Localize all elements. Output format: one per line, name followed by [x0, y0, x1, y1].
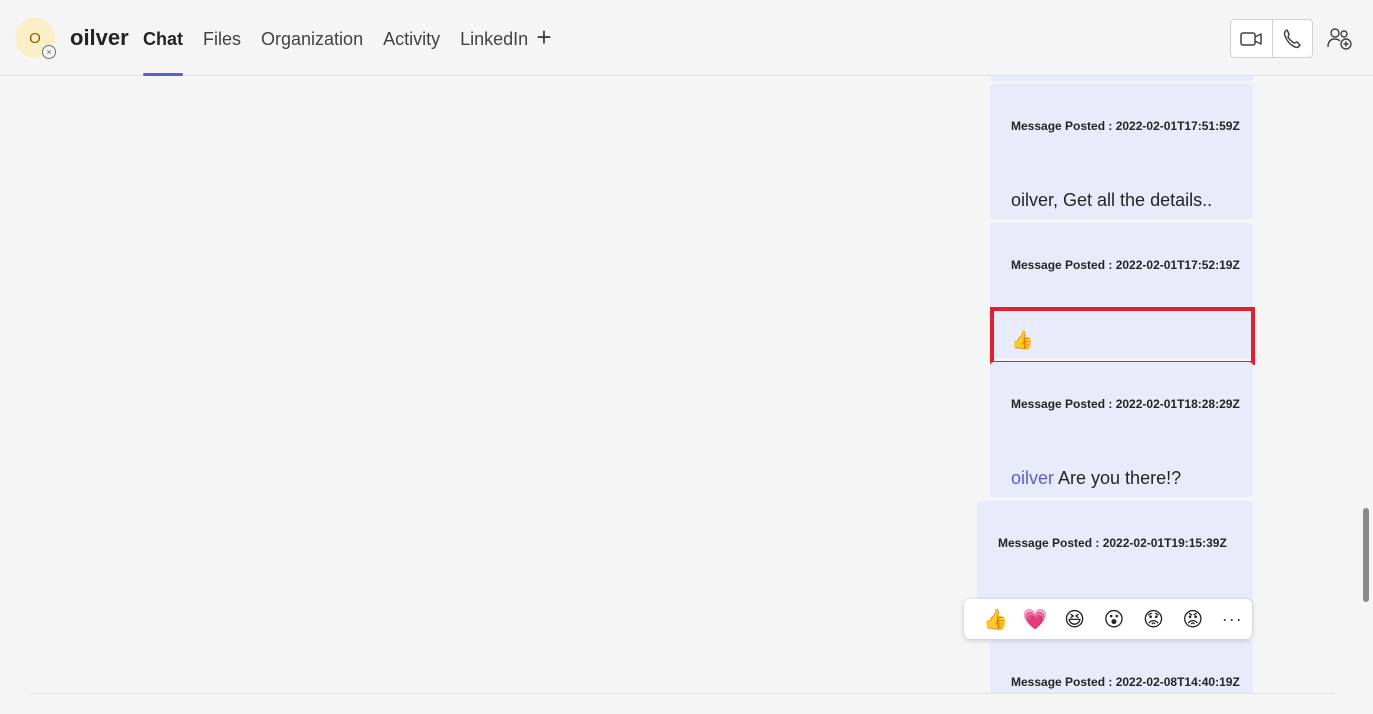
mention-link[interactable]: oilver: [1011, 468, 1054, 488]
presence-offline-icon: ×: [42, 45, 56, 59]
avatar-initial: O: [29, 29, 41, 47]
add-tab-button[interactable]: +: [533, 24, 555, 50]
contact-name: oilver: [70, 25, 129, 50]
message-bubble[interactable]: Message Posted : 2022-02-01T17:51:59Z oi…: [990, 84, 1253, 219]
scrollbar-thumb[interactable]: [1363, 508, 1369, 602]
tab-chat[interactable]: Chat: [143, 0, 183, 76]
call-button-group: [1230, 19, 1313, 58]
message-timestamp: Message Posted : 2022-02-01T17:52:19Z: [1011, 258, 1240, 272]
surprised-reaction-button[interactable]: 😮: [1094, 599, 1133, 639]
video-call-button[interactable]: [1231, 20, 1272, 57]
tab-linkedin[interactable]: LinkedIn: [460, 0, 528, 76]
audio-call-icon: [1284, 28, 1301, 48]
more-options-button[interactable]: ···: [1213, 599, 1252, 639]
add-people-button[interactable]: [1326, 26, 1354, 52]
add-people-icon: [1327, 28, 1352, 50]
message-bubble[interactable]: Message Posted : 2022-02-08T14:40:19Z: [990, 640, 1253, 694]
message-timestamp: Message Posted : 2022-02-01T18:28:29Z: [1011, 397, 1240, 411]
message-text: oilver, Get all the details..: [1011, 190, 1213, 210]
laugh-reaction-button[interactable]: 😆: [1055, 599, 1094, 639]
tab-activity[interactable]: Activity: [383, 0, 440, 76]
like-reaction-button[interactable]: 👍: [976, 599, 1015, 639]
message-timestamp: Message Posted : 2022-02-01T17:51:59Z: [1011, 119, 1240, 133]
tab-organization[interactable]: Organization: [261, 0, 363, 76]
tab-bar: Chat Files Organization Activity LinkedI…: [143, 0, 548, 76]
sad-reaction-button[interactable]: 😟: [1134, 599, 1173, 639]
message-bubble[interactable]: Message Posted : 2022-02-01T18:28:29Z oi…: [990, 362, 1253, 497]
tab-files[interactable]: Files: [203, 0, 241, 76]
message-text-body: Are you there!?: [1054, 468, 1182, 488]
message-timestamp: Message Posted : 2022-02-08T14:40:19Z: [1011, 675, 1240, 689]
message-bubble-partial: [990, 76, 1253, 81]
chat-header: O × oilver Chat Files Organization Activ…: [0, 0, 1373, 76]
compose-divider: [30, 693, 1335, 694]
message-text: oilver Are you there!?: [1011, 468, 1181, 489]
thumbs-up-emoji: 👍: [1011, 330, 1034, 350]
heart-reaction-button[interactable]: 💗: [1015, 599, 1054, 639]
angry-reaction-button[interactable]: 😡: [1173, 599, 1212, 639]
reaction-bar: 👍 💗 😆 😮 😟 😡 ···: [964, 599, 1252, 639]
audio-call-button[interactable]: [1271, 20, 1313, 57]
message-timestamp: Message Posted : 2022-02-01T19:15:39Z: [998, 536, 1227, 550]
video-call-icon: [1240, 31, 1262, 46]
